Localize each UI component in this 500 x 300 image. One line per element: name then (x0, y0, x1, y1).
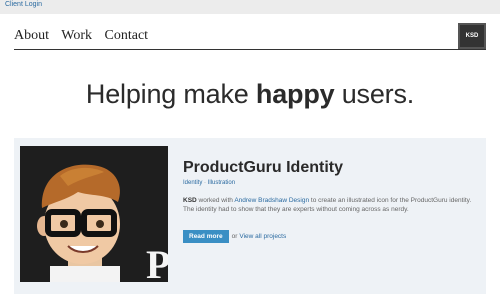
featured-project-card: P ProductGuru Identity Identity · Illust… (14, 138, 486, 294)
thumbnail-letter: P (146, 242, 168, 282)
view-all-projects-link[interactable]: View all projects (239, 233, 286, 240)
read-more-button[interactable]: Read more (183, 230, 229, 243)
nav-about[interactable]: About (14, 28, 49, 43)
header-divider (14, 49, 486, 50)
hero-heading: Helping make happy users. (0, 79, 500, 110)
desc-part1: worked with (196, 197, 235, 204)
top-bar: Client Login (0, 0, 500, 14)
project-thumbnail[interactable]: P (20, 146, 168, 282)
hero-text-after: users. (334, 79, 415, 109)
tag-illustration[interactable]: Illustration (208, 180, 235, 186)
project-actions: Read more or View all projects (183, 230, 286, 243)
tag-identity[interactable]: Identity (183, 180, 202, 186)
client-login-link[interactable]: Client Login (5, 1, 42, 8)
nav-contact[interactable]: Contact (105, 28, 149, 43)
project-title[interactable]: ProductGuru Identity (183, 159, 343, 177)
project-tags: Identity · Illustration (183, 180, 235, 186)
or-text: or (231, 233, 238, 240)
hero-text-before: Helping make (85, 79, 256, 109)
nav-work[interactable]: Work (61, 28, 92, 43)
project-description: KSD worked with Andrew Bradshaw Design t… (183, 196, 481, 214)
main-nav: About Work Contact (14, 28, 157, 44)
page: About Work Contact KSD Helping make happ… (0, 14, 500, 300)
collaborator-link[interactable]: Andrew Bradshaw Design (234, 197, 309, 204)
mascot-illustration: P (20, 146, 168, 282)
tag-separator: · (204, 180, 207, 186)
hero-emphasis: happy (255, 79, 335, 109)
ksd-logo[interactable]: KSD (458, 23, 486, 49)
desc-company: KSD (183, 197, 197, 204)
